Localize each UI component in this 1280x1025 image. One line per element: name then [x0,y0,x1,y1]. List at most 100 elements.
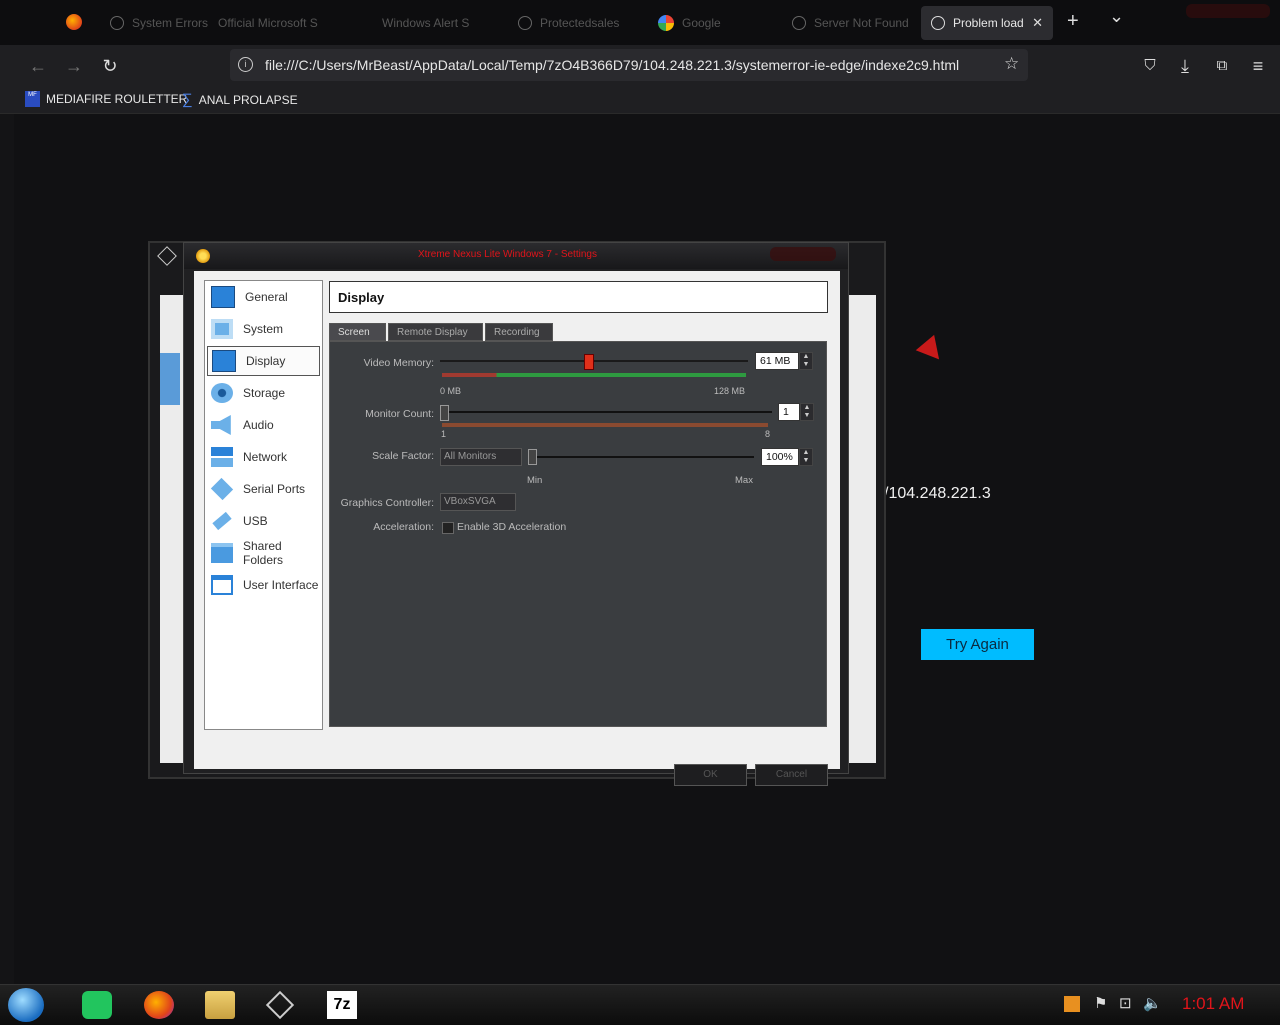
tab-windows-alert[interactable]: Windows Alert S [372,6,492,40]
info-icon[interactable]: i [238,57,253,72]
tab-strip: System Errors Official Microsoft S Windo… [0,0,1280,45]
reload-icon[interactable]: ↻ [99,55,121,77]
scale-factor-input[interactable]: 100% [761,448,799,466]
category-usb[interactable]: USB [207,506,320,536]
usb-icon [212,511,232,531]
pocket-icon[interactable]: ⛉ [1139,55,1161,77]
video-memory-handle[interactable] [583,354,594,370]
category-display[interactable]: Display [207,346,320,376]
category-general[interactable]: General [207,282,320,312]
monitor-icon [211,286,235,308]
tab-microsoft[interactable]: Official Microsoft S [208,6,338,40]
scale-factor-min: Min [527,475,543,486]
forward-icon[interactable]: → [63,55,85,77]
tab-list-button[interactable]: ⌄ [1109,6,1124,27]
video-memory-range-bar [442,373,746,377]
panel-header: Display [329,281,828,313]
cancel-button[interactable]: Cancel [755,764,828,786]
tab-remote-display[interactable]: Remote Display [388,323,483,341]
7zip-icon[interactable]: 7z [327,991,357,1019]
url-text[interactable]: file:///C:/Users/MrBeast/AppData/Local/T… [265,57,959,73]
scale-factor-max: Max [735,475,753,486]
window-icon [211,575,233,595]
scale-factor-label: Scale Factor: [372,450,434,462]
monitor-count-slider[interactable] [440,411,772,413]
category-serial-ports[interactable]: Serial Ports [207,474,320,504]
virtualbox-icon [157,246,177,266]
download-icon[interactable]: ⤓ [1174,55,1196,77]
video-memory-spinner[interactable]: ▲ ▼ [799,352,813,370]
menu-icon[interactable]: ≡ [1247,55,1269,77]
folder-icon [211,543,233,563]
category-network[interactable]: Network [207,442,320,472]
tab-system-errors[interactable]: System Errors [100,6,222,40]
monitor-count-max: 8 [765,429,771,439]
video-memory-slider[interactable] [440,360,748,362]
bookmark-anal-prolapse[interactable]: ∑ ANAL PROLAPSE [182,91,298,108]
try-again-button[interactable]: Try Again [921,629,1034,660]
tab-protectedsales[interactable]: Protectedsales [508,6,640,40]
video-memory-input[interactable]: 61 MB [755,352,799,370]
scale-monitor-combo[interactable]: All Monitors [440,448,522,466]
network-tray-icon[interactable]: ⊡ [1119,994,1132,1012]
google-icon [658,15,674,31]
serial-port-icon [210,477,234,501]
tab-google[interactable]: Google [648,6,752,40]
speaker-icon [211,415,231,435]
ok-button[interactable]: OK [674,764,747,786]
bookmark-star-icon[interactable]: ☆ [1004,54,1019,74]
category-audio[interactable]: Audio [207,410,320,440]
window-controls[interactable] [770,247,836,261]
back-icon[interactable]: ← [27,55,49,77]
chip-icon [211,319,233,339]
tab-recording[interactable]: Recording [485,323,553,341]
tab-icon [110,16,124,30]
scale-factor-spinner[interactable]: ▲ ▼ [799,448,813,466]
tab-screen[interactable]: Screen [329,323,386,341]
scale-factor-handle[interactable] [528,449,537,465]
graphics-controller-combo[interactable]: VBoxSVGA [440,493,516,511]
video-memory-min: 0 MB [440,386,462,396]
tab-icon [792,16,806,30]
monitor-count-range-bar [442,423,768,427]
new-tab-button[interactable]: + [1067,10,1079,33]
video-memory-max: 128 MB [714,386,746,396]
bookmark-mediafire[interactable]: MF MEDIAFIRE ROULETTER [25,91,187,107]
tab-server-not-found[interactable]: Server Not Found [782,6,934,40]
display-icon [212,350,236,372]
screen-panel: Video Memory: 0 MB 128 MB 61 MB ▲ ▼ Monit… [329,341,827,727]
volume-icon[interactable]: 🔈 [1143,994,1162,1012]
start-button[interactable] [8,988,44,1022]
close-icon[interactable]: ✕ [1032,15,1043,31]
panel-title: Display [338,290,385,305]
virtualbox-taskbar-icon[interactable] [265,990,296,1020]
enable-3d-checkbox[interactable] [442,522,454,534]
category-user-interface[interactable]: User Interface [207,570,320,600]
tab-problem-loading[interactable]: Problem loadi ✕ [921,6,1053,40]
flag-icon[interactable]: ⚑ [1094,994,1107,1012]
category-system[interactable]: System [207,314,320,344]
acceleration-label: Acceleration: [373,521,434,533]
explorer-icon[interactable] [205,991,235,1019]
network-icon [211,447,233,467]
scale-factor-slider[interactable] [528,456,754,458]
category-shared-folders[interactable]: Shared Folders [207,538,320,568]
extensions-icon[interactable]: ⧉ [1211,55,1233,77]
tray-app-icon[interactable] [1064,996,1080,1012]
gear-icon [196,249,210,263]
dialog-titlebar[interactable]: Xtreme Nexus Lite Windows 7 - Settings [184,243,848,269]
monitor-count-input[interactable]: 1 [778,403,800,421]
monitor-count-handle[interactable] [440,405,449,421]
notes-icon[interactable] [82,991,112,1019]
category-storage[interactable]: Storage [207,378,320,408]
clock[interactable]: 1:01 AM [1182,994,1244,1014]
settings-dialog: Xtreme Nexus Lite Windows 7 - Settings G… [183,242,849,786]
mf-icon: MF [25,91,40,107]
monitor-count-spinner[interactable]: ▲ ▼ [800,403,814,421]
firefox-taskbar-icon[interactable] [144,991,174,1019]
firefox-icon[interactable] [66,14,82,30]
bookmarks-bar: MF MEDIAFIRE ROULETTER ∑ ANAL PROLAPSE [0,87,1280,114]
taskbar: 7z ⚑ ⊡ 🔈 [0,984,1280,1025]
info-icon [931,16,945,30]
enable-3d-label[interactable]: Enable 3D Acceleration [457,521,566,533]
